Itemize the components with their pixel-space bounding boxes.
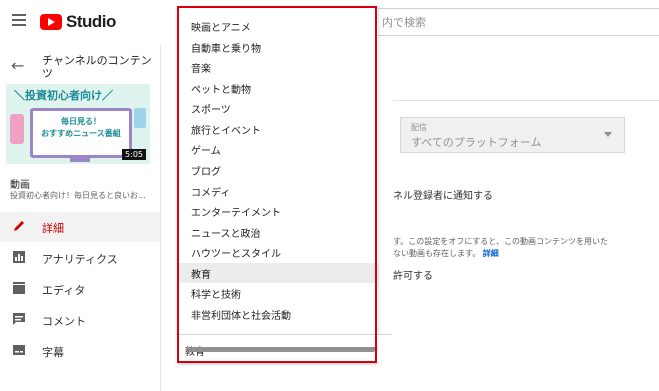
category-option-label: 非営利団体と社会活動	[191, 311, 291, 322]
youtube-studio-logo[interactable]: Studio	[40, 12, 116, 32]
sidebar-item-editor[interactable]: エディタ	[0, 274, 160, 304]
chevron-down-icon	[185, 347, 378, 352]
category-option[interactable]: スポーツ	[178, 98, 378, 118]
pencil-icon	[14, 221, 24, 231]
embed-info-line2: ない動画も存在します。	[393, 249, 481, 258]
thumbnail-screen-line1: 毎日見る！	[61, 117, 101, 126]
thumbnail-banner: ＼投資初心者向け／	[6, 84, 150, 104]
thumbnail-decoration	[10, 114, 24, 144]
sidebar-item-label: 詳細	[42, 222, 64, 235]
back-to-channel-content[interactable]: ← チャンネルのコンテンツ	[0, 50, 160, 84]
category-option-label: 旅行とイベント	[191, 126, 261, 137]
sidebar-item-comments[interactable]: コメント	[0, 305, 160, 335]
category-option[interactable]: ペットと動物	[178, 78, 378, 98]
back-arrow-icon[interactable]: ←	[11, 56, 24, 75]
category-option[interactable]: 旅行とイベント	[178, 119, 378, 139]
notify-subscribers-label: ネル登録者に通知する	[393, 191, 493, 202]
distribution-value: すべてのプラットフォーム	[411, 136, 542, 149]
thumbnail-screen-line2: おすすめニュース番組	[41, 129, 121, 138]
category-option-selected[interactable]: 教育	[178, 263, 378, 283]
video-label: 動画	[10, 180, 30, 191]
category-option[interactable]: 自動車と乗り物	[178, 37, 378, 57]
learn-more-link[interactable]: 詳細	[483, 249, 499, 258]
category-option-label: 映画とアニメ	[191, 23, 251, 34]
category-option[interactable]: 音楽	[178, 57, 378, 77]
category-select[interactable]: 教育	[176, 334, 392, 363]
subtitles-icon	[13, 345, 25, 355]
allow-embedding-label: 許可する	[393, 271, 433, 282]
category-option-label: スポーツ	[191, 105, 231, 116]
youtube-play-icon	[40, 14, 62, 30]
category-option-label: ペットと動物	[191, 85, 251, 96]
section-divider	[393, 100, 659, 101]
category-dropdown-list: 映画とアニメ 自動車と乗り物 音楽 ペットと動物 スポーツ 旅行とイベント ゲー…	[178, 7, 378, 363]
category-option-label: 科学と技術	[191, 290, 241, 301]
sidebar-item-label: アナリティクス	[42, 253, 118, 266]
menu-icon[interactable]	[12, 14, 26, 26]
category-option-label: 教育	[191, 270, 211, 281]
sidebar-item-label: 字幕	[42, 346, 64, 359]
sidebar: ← チャンネルのコンテンツ ＼投資初心者向け／ 毎日見る！ おすすめニュース番組…	[0, 44, 161, 391]
film-icon	[13, 282, 25, 294]
category-option-label: エンターテイメント	[191, 208, 281, 219]
category-option-label: 自動車と乗り物	[191, 44, 261, 55]
video-duration: 5:05	[122, 149, 146, 160]
video-description: 投資初心者向け！毎日見ると良いお...	[10, 191, 146, 200]
distribution-caption: 配信	[411, 123, 427, 132]
category-option[interactable]: ハウツーとスタイル	[178, 242, 378, 262]
search-input[interactable]: 内で検索	[375, 8, 659, 36]
category-option-label: コメディ	[191, 188, 231, 199]
search-placeholder: 内で検索	[382, 16, 426, 29]
category-option[interactable]: ブログ	[178, 160, 378, 180]
sidebar-item-details[interactable]: 詳細	[0, 212, 160, 242]
comment-icon	[13, 313, 25, 325]
category-option-label: ゲーム	[191, 146, 221, 157]
distribution-select[interactable]: 配信 すべてのプラットフォーム	[400, 117, 625, 153]
category-option[interactable]: ニュースと政治	[178, 222, 378, 242]
analytics-icon	[13, 251, 25, 263]
category-option-label: 音楽	[191, 64, 211, 75]
category-option-label: ブログ	[191, 167, 221, 178]
category-option-label: ニュースと政治	[191, 229, 261, 240]
category-option[interactable]: 非営利団体と社会活動	[178, 304, 378, 324]
sidebar-item-label: コメント	[42, 315, 86, 328]
sidebar-item-subtitles[interactable]: 字幕	[0, 336, 160, 366]
video-thumbnail[interactable]: ＼投資初心者向け／ 毎日見る！ おすすめニュース番組 5:05	[6, 84, 150, 164]
dropdown-arrow-icon	[604, 132, 612, 137]
sidebar-item-analytics[interactable]: アナリティクス	[0, 243, 160, 273]
thumbnail-screen: 毎日見る！ おすすめニュース番組	[30, 108, 132, 158]
embed-info-line1: す。この設定をオフにすると、この動画コンテンツを用いた	[393, 237, 608, 246]
embed-info-text: す。この設定をオフにすると、この動画コンテンツを用いた ない動画も存在します。 …	[393, 236, 655, 260]
logo-text: Studio	[66, 12, 116, 31]
thumbnail-stand	[70, 156, 90, 162]
sidebar-item-label: エディタ	[42, 284, 86, 297]
category-option[interactable]: 映画とアニメ	[178, 16, 378, 36]
category-option[interactable]: ゲーム	[178, 139, 378, 159]
thumbnail-decoration	[134, 108, 146, 128]
category-option[interactable]: エンターテイメント	[178, 201, 378, 221]
category-option[interactable]: 科学と技術	[178, 283, 378, 303]
back-title: チャンネルのコンテンツ	[42, 54, 152, 80]
category-option[interactable]: コメディ	[178, 181, 378, 201]
category-option-label: ハウツーとスタイル	[191, 249, 281, 260]
thumbnail-banner-text: ＼投資初心者向け／	[14, 89, 113, 102]
